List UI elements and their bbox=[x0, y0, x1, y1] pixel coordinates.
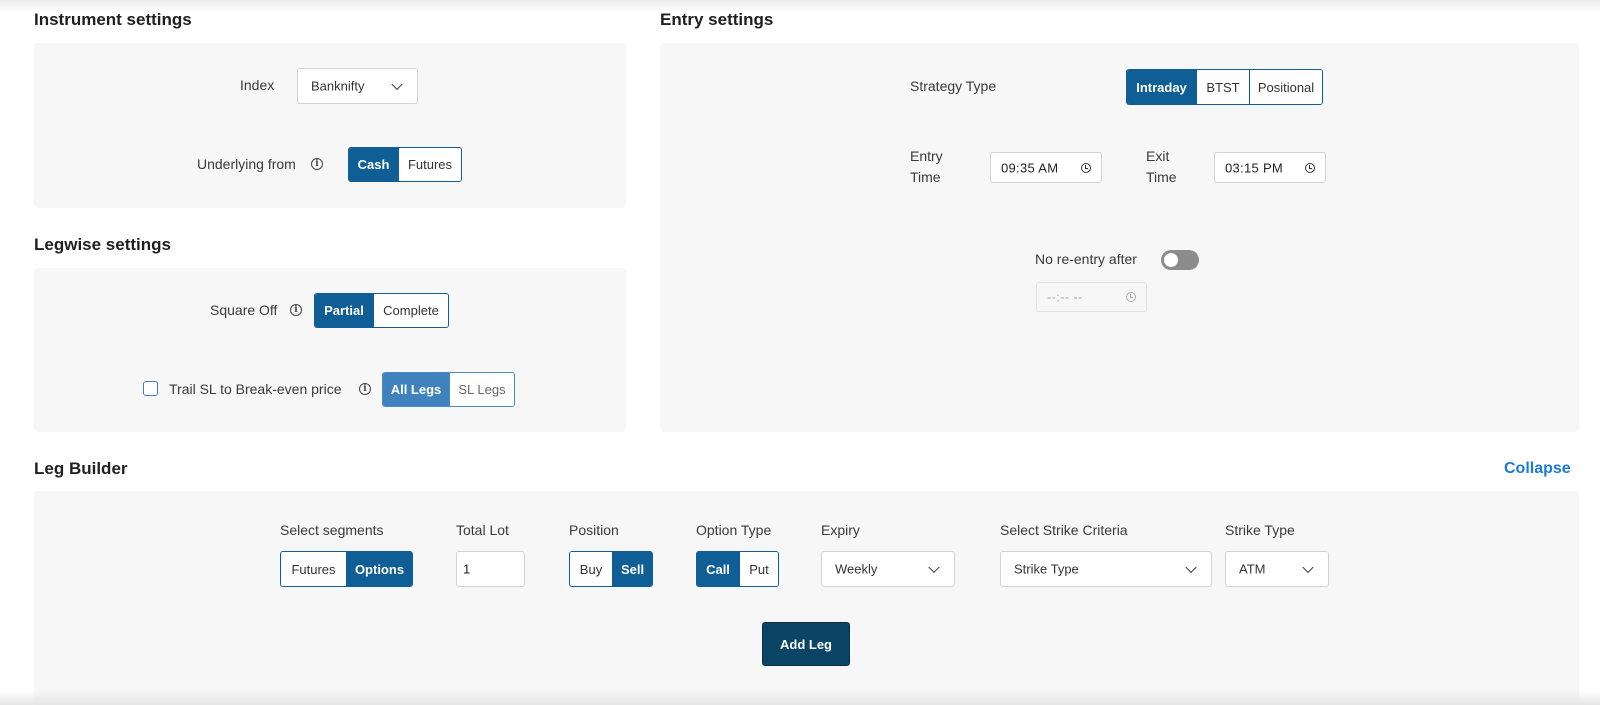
position-label: Position bbox=[569, 522, 619, 538]
strategy-option-btst[interactable]: BTST bbox=[1196, 70, 1249, 104]
expiry-label: Expiry bbox=[821, 522, 860, 538]
no-reentry-time-input[interactable]: --:-- -- bbox=[1036, 282, 1147, 312]
instrument-settings-panel: Index Banknifty Underlying from i Cash F… bbox=[34, 43, 626, 208]
switch-knob bbox=[1164, 253, 1178, 267]
option-type-label: Option Type bbox=[696, 522, 772, 538]
info-icon[interactable]: i bbox=[311, 158, 323, 170]
strike-type-select-value: ATM bbox=[1239, 561, 1266, 577]
chevron-down-icon bbox=[928, 561, 940, 574]
leg-builder-title: Leg Builder bbox=[34, 459, 128, 478]
strike-criteria-select-value: Strike Type bbox=[1014, 561, 1079, 577]
underlying-from-label: Underlying from bbox=[197, 156, 296, 172]
strategy-option-intraday[interactable]: Intraday bbox=[1127, 70, 1196, 104]
clock-icon bbox=[1126, 292, 1136, 302]
chevron-down-icon bbox=[391, 78, 403, 91]
entry-settings-panel: Strategy Type Intraday BTST Positional E… bbox=[660, 43, 1579, 432]
exit-time-label: Exit Time bbox=[1146, 148, 1177, 185]
strike-criteria-label: Select Strike Criteria bbox=[1000, 522, 1128, 538]
strike-type-select[interactable]: ATM bbox=[1225, 551, 1329, 587]
trail-option-all-legs[interactable]: All Legs bbox=[383, 373, 449, 406]
strategy-type-label: Strategy Type bbox=[910, 78, 997, 94]
index-select-value: Banknifty bbox=[311, 78, 365, 94]
strike-criteria-select[interactable]: Strike Type bbox=[1000, 551, 1212, 587]
entry-time-label: Entry Time bbox=[910, 148, 943, 185]
square-off-toggle: Partial Complete bbox=[314, 293, 449, 328]
entry-settings-title: Entry settings bbox=[660, 10, 774, 29]
bottom-shadow bbox=[0, 690, 1600, 705]
segment-option-futures[interactable]: Futures bbox=[281, 552, 346, 586]
position-option-buy[interactable]: Buy bbox=[570, 552, 612, 586]
position-option-sell[interactable]: Sell bbox=[612, 552, 652, 586]
square-off-option-partial[interactable]: Partial bbox=[315, 294, 373, 327]
no-reentry-time-value: --:-- -- bbox=[1047, 289, 1083, 305]
index-label: Index bbox=[240, 77, 275, 93]
strategy-option-positional[interactable]: Positional bbox=[1249, 70, 1322, 104]
segment-option-options[interactable]: Options bbox=[346, 552, 412, 586]
segments-toggle: Futures Options bbox=[280, 551, 413, 587]
info-icon[interactable]: i bbox=[359, 383, 371, 395]
index-select[interactable]: Banknifty bbox=[297, 68, 418, 104]
position-toggle: Buy Sell bbox=[569, 551, 653, 587]
add-leg-button[interactable]: Add Leg bbox=[762, 622, 850, 666]
leg-builder-panel: Select segments Total Lot Position Optio… bbox=[34, 491, 1579, 705]
square-off-option-complete[interactable]: Complete bbox=[373, 294, 448, 327]
square-off-label: Square Off bbox=[210, 302, 278, 318]
info-icon[interactable]: i bbox=[290, 304, 302, 316]
no-reentry-label: No re-entry after bbox=[1035, 251, 1137, 267]
chevron-down-icon bbox=[1185, 561, 1197, 574]
expiry-select-value: Weekly bbox=[835, 561, 878, 577]
top-shadow bbox=[0, 0, 1600, 12]
segments-label: Select segments bbox=[280, 522, 384, 538]
expiry-select[interactable]: Weekly bbox=[821, 551, 955, 587]
legwise-settings-title: Legwise settings bbox=[34, 235, 171, 254]
underlying-option-cash[interactable]: Cash bbox=[349, 148, 398, 181]
underlying-from-toggle: Cash Futures bbox=[348, 147, 462, 182]
total-lot-value: 1 bbox=[463, 561, 471, 577]
underlying-option-futures[interactable]: Futures bbox=[398, 148, 461, 181]
total-lot-input[interactable]: 1 bbox=[456, 551, 525, 587]
chevron-down-icon bbox=[1302, 561, 1314, 574]
entry-time-value: 09:35 AM bbox=[1001, 160, 1059, 175]
strategy-type-toggle: Intraday BTST Positional bbox=[1126, 69, 1323, 105]
legwise-settings-panel: Square Off i Partial Complete Trail SL t… bbox=[34, 268, 626, 432]
trail-sl-checkbox[interactable] bbox=[143, 381, 158, 396]
exit-time-input[interactable]: 03:15 PM bbox=[1214, 152, 1326, 183]
entry-time-input[interactable]: 09:35 AM bbox=[990, 152, 1102, 183]
exit-time-value: 03:15 PM bbox=[1225, 160, 1284, 175]
option-type-toggle: Call Put bbox=[696, 551, 779, 587]
instrument-settings-title: Instrument settings bbox=[34, 10, 192, 29]
clock-icon bbox=[1081, 162, 1091, 173]
trail-sl-label: Trail SL to Break-even price bbox=[169, 381, 342, 397]
option-type-call[interactable]: Call bbox=[697, 552, 739, 586]
total-lot-label: Total Lot bbox=[456, 522, 509, 538]
trail-sl-legs-toggle: All Legs SL Legs bbox=[382, 372, 515, 407]
collapse-link[interactable]: Collapse bbox=[1504, 460, 1571, 478]
trail-option-sl-legs[interactable]: SL Legs bbox=[449, 373, 514, 406]
no-reentry-switch[interactable] bbox=[1161, 250, 1199, 270]
strike-type-label: Strike Type bbox=[1225, 522, 1295, 538]
option-type-put[interactable]: Put bbox=[739, 552, 778, 586]
clock-icon bbox=[1305, 162, 1315, 173]
